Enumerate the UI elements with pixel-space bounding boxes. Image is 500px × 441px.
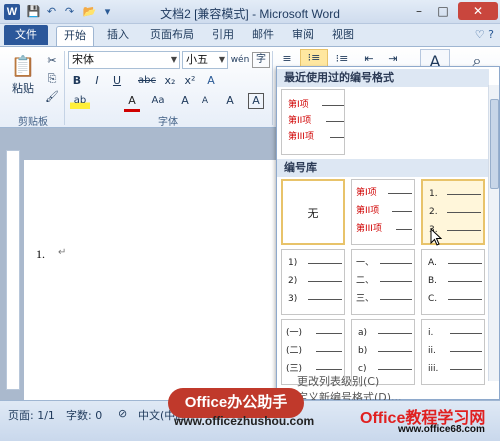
list-item: B. [428, 276, 482, 286]
font-group-label: 字体 [158, 117, 178, 128]
tab-home[interactable]: 开始 [56, 26, 94, 46]
ribbon-tabs: 文件 开始 插入 页面布局 引用 邮件 审阅 视图 ♡ ? [0, 24, 500, 46]
numbering-gallery: 最近使用过的编号格式 第I项 第II项 第III项 编号库 无 第I项 第II项… [276, 66, 500, 404]
list-item: 第I项 [356, 188, 412, 198]
tab-references[interactable]: 引用 [206, 26, 240, 46]
increase-indent-icon[interactable]: ⇥ [384, 51, 402, 67]
font-size-combo[interactable]: 小五 ▼ [182, 51, 228, 69]
group-divider [64, 51, 65, 125]
list-item: 2) [288, 276, 342, 286]
list-item: 第III项 [356, 224, 412, 234]
list-item: iii. [428, 364, 482, 374]
font-name-combo[interactable]: 宋体 ▼ [68, 51, 180, 69]
close-button[interactable]: ✕ [458, 2, 498, 20]
list-item: 3) [288, 294, 342, 304]
paste-button[interactable]: 粘贴 [6, 81, 40, 97]
underline-button[interactable]: U [110, 73, 124, 89]
cut-icon[interactable]: ✂ [44, 53, 60, 69]
numbering-format-upper-alpha[interactable]: A. B. C. [421, 249, 485, 315]
tab-review[interactable]: 审阅 [286, 26, 320, 46]
list-item: ii. [428, 346, 482, 356]
clear-formatting-button[interactable]: A [222, 93, 238, 109]
list-item: 1) [288, 258, 342, 268]
grow-font-button[interactable]: A [178, 93, 192, 109]
clipboard-group-label: 剪贴板 [18, 117, 48, 128]
list-item: b) [358, 346, 412, 356]
paragraph-mark: ↵ [58, 247, 67, 258]
numbering-none[interactable]: 无 [281, 179, 345, 245]
numbering-library-header: 编号库 [277, 159, 489, 177]
shrink-font-button[interactable]: A [198, 93, 212, 109]
watermark-right-url: www.office68.com [398, 424, 485, 435]
help-icon[interactable]: ♡ ? [475, 28, 494, 41]
list-item: 一、 [356, 258, 412, 268]
subscript-button[interactable]: x₂ [162, 73, 178, 89]
list-item: (一) [286, 328, 342, 338]
none-label: 无 [307, 207, 319, 220]
format-painter-icon[interactable]: 🖌 [44, 89, 60, 105]
list-item: A. [428, 258, 482, 268]
tab-page-layout[interactable]: 页面布局 [142, 26, 202, 46]
multilevel-list-button[interactable]: ⁝≡ [332, 51, 352, 67]
group-divider [272, 51, 273, 125]
title-bar: W 💾 ↶ ↷ 📂 ▾ 文档2 [兼容模式] - Microsoft Word … [0, 0, 500, 24]
strikethrough-button[interactable]: abc [136, 73, 158, 89]
list-item: 第II项 [288, 116, 344, 126]
list-item: 1. [429, 189, 481, 199]
highlight-button[interactable]: ab [70, 93, 90, 109]
tab-file[interactable]: 文件 [4, 25, 48, 45]
list-item: 第II项 [356, 206, 412, 216]
list-item: (二) [286, 346, 342, 356]
vertical-ruler [6, 150, 20, 390]
change-list-level-item[interactable]: 更改列表级别(C) [297, 373, 379, 389]
gallery-scrollbar[interactable] [488, 85, 499, 381]
bullets-button[interactable]: ≡ [278, 51, 296, 67]
page-count[interactable]: 页面: 1/1 [8, 407, 55, 423]
maximize-button[interactable]: □ [432, 2, 454, 20]
font-name-value: 宋体 [72, 53, 94, 66]
char-border-button[interactable]: A [248, 93, 264, 109]
decrease-indent-icon[interactable]: ⇤ [360, 51, 378, 67]
list-item: 三、 [356, 294, 412, 304]
mouse-pointer-icon [430, 228, 442, 246]
watermark-url: www.officezhushou.com [174, 414, 315, 428]
numbering-format-roman-xiang[interactable]: 第I项 第II项 第III项 [351, 179, 415, 245]
list-item: 2. [429, 207, 481, 217]
font-size-value: 小五 [186, 53, 208, 66]
numbering-format-arabic-paren[interactable]: 1) 2) 3) [281, 249, 345, 315]
enclose-char-icon[interactable]: 字 [252, 52, 270, 68]
document-page[interactable] [24, 160, 276, 400]
list-number-text: 1. [36, 247, 45, 261]
tab-insert[interactable]: 插入 [100, 26, 136, 46]
superscript-button[interactable]: x² [182, 73, 198, 89]
chevron-down-icon: ▼ [218, 55, 225, 64]
copy-icon[interactable]: ⎘ [44, 71, 60, 87]
tab-view[interactable]: 视图 [326, 26, 360, 46]
list-item: C. [428, 294, 482, 304]
italic-button[interactable]: I [90, 73, 104, 89]
scroll-thumb[interactable] [490, 99, 499, 189]
phonetic-guide-icon[interactable]: wén [230, 52, 250, 68]
paste-icon[interactable]: 📋 [8, 51, 38, 81]
list-item: 第III项 [288, 132, 344, 142]
change-case-button[interactable]: Aa [150, 93, 166, 109]
chevron-down-icon: ▼ [170, 55, 177, 64]
proofing-icon[interactable]: ⊘ [118, 407, 127, 420]
list-item: 第I项 [288, 100, 344, 110]
word-count[interactable]: 字数: 0 [66, 407, 102, 423]
font-color-button[interactable]: A [124, 93, 140, 112]
list-item: i. [428, 328, 482, 338]
recent-numbering-format[interactable]: 第I项 第II项 第III项 [281, 89, 345, 155]
list-item: 二、 [356, 276, 412, 286]
recent-formats-header: 最近使用过的编号格式 [277, 69, 489, 87]
numbering-format-chinese[interactable]: 一、 二、 三、 [351, 249, 415, 315]
tab-mailings[interactable]: 邮件 [246, 26, 280, 46]
list-item: a) [358, 328, 412, 338]
text-effects-icon[interactable]: A [202, 73, 220, 89]
bold-button[interactable]: B [70, 73, 84, 89]
minimize-button[interactable]: – [408, 2, 430, 20]
numbering-format-lower-roman[interactable]: i. ii. iii. [421, 319, 485, 385]
